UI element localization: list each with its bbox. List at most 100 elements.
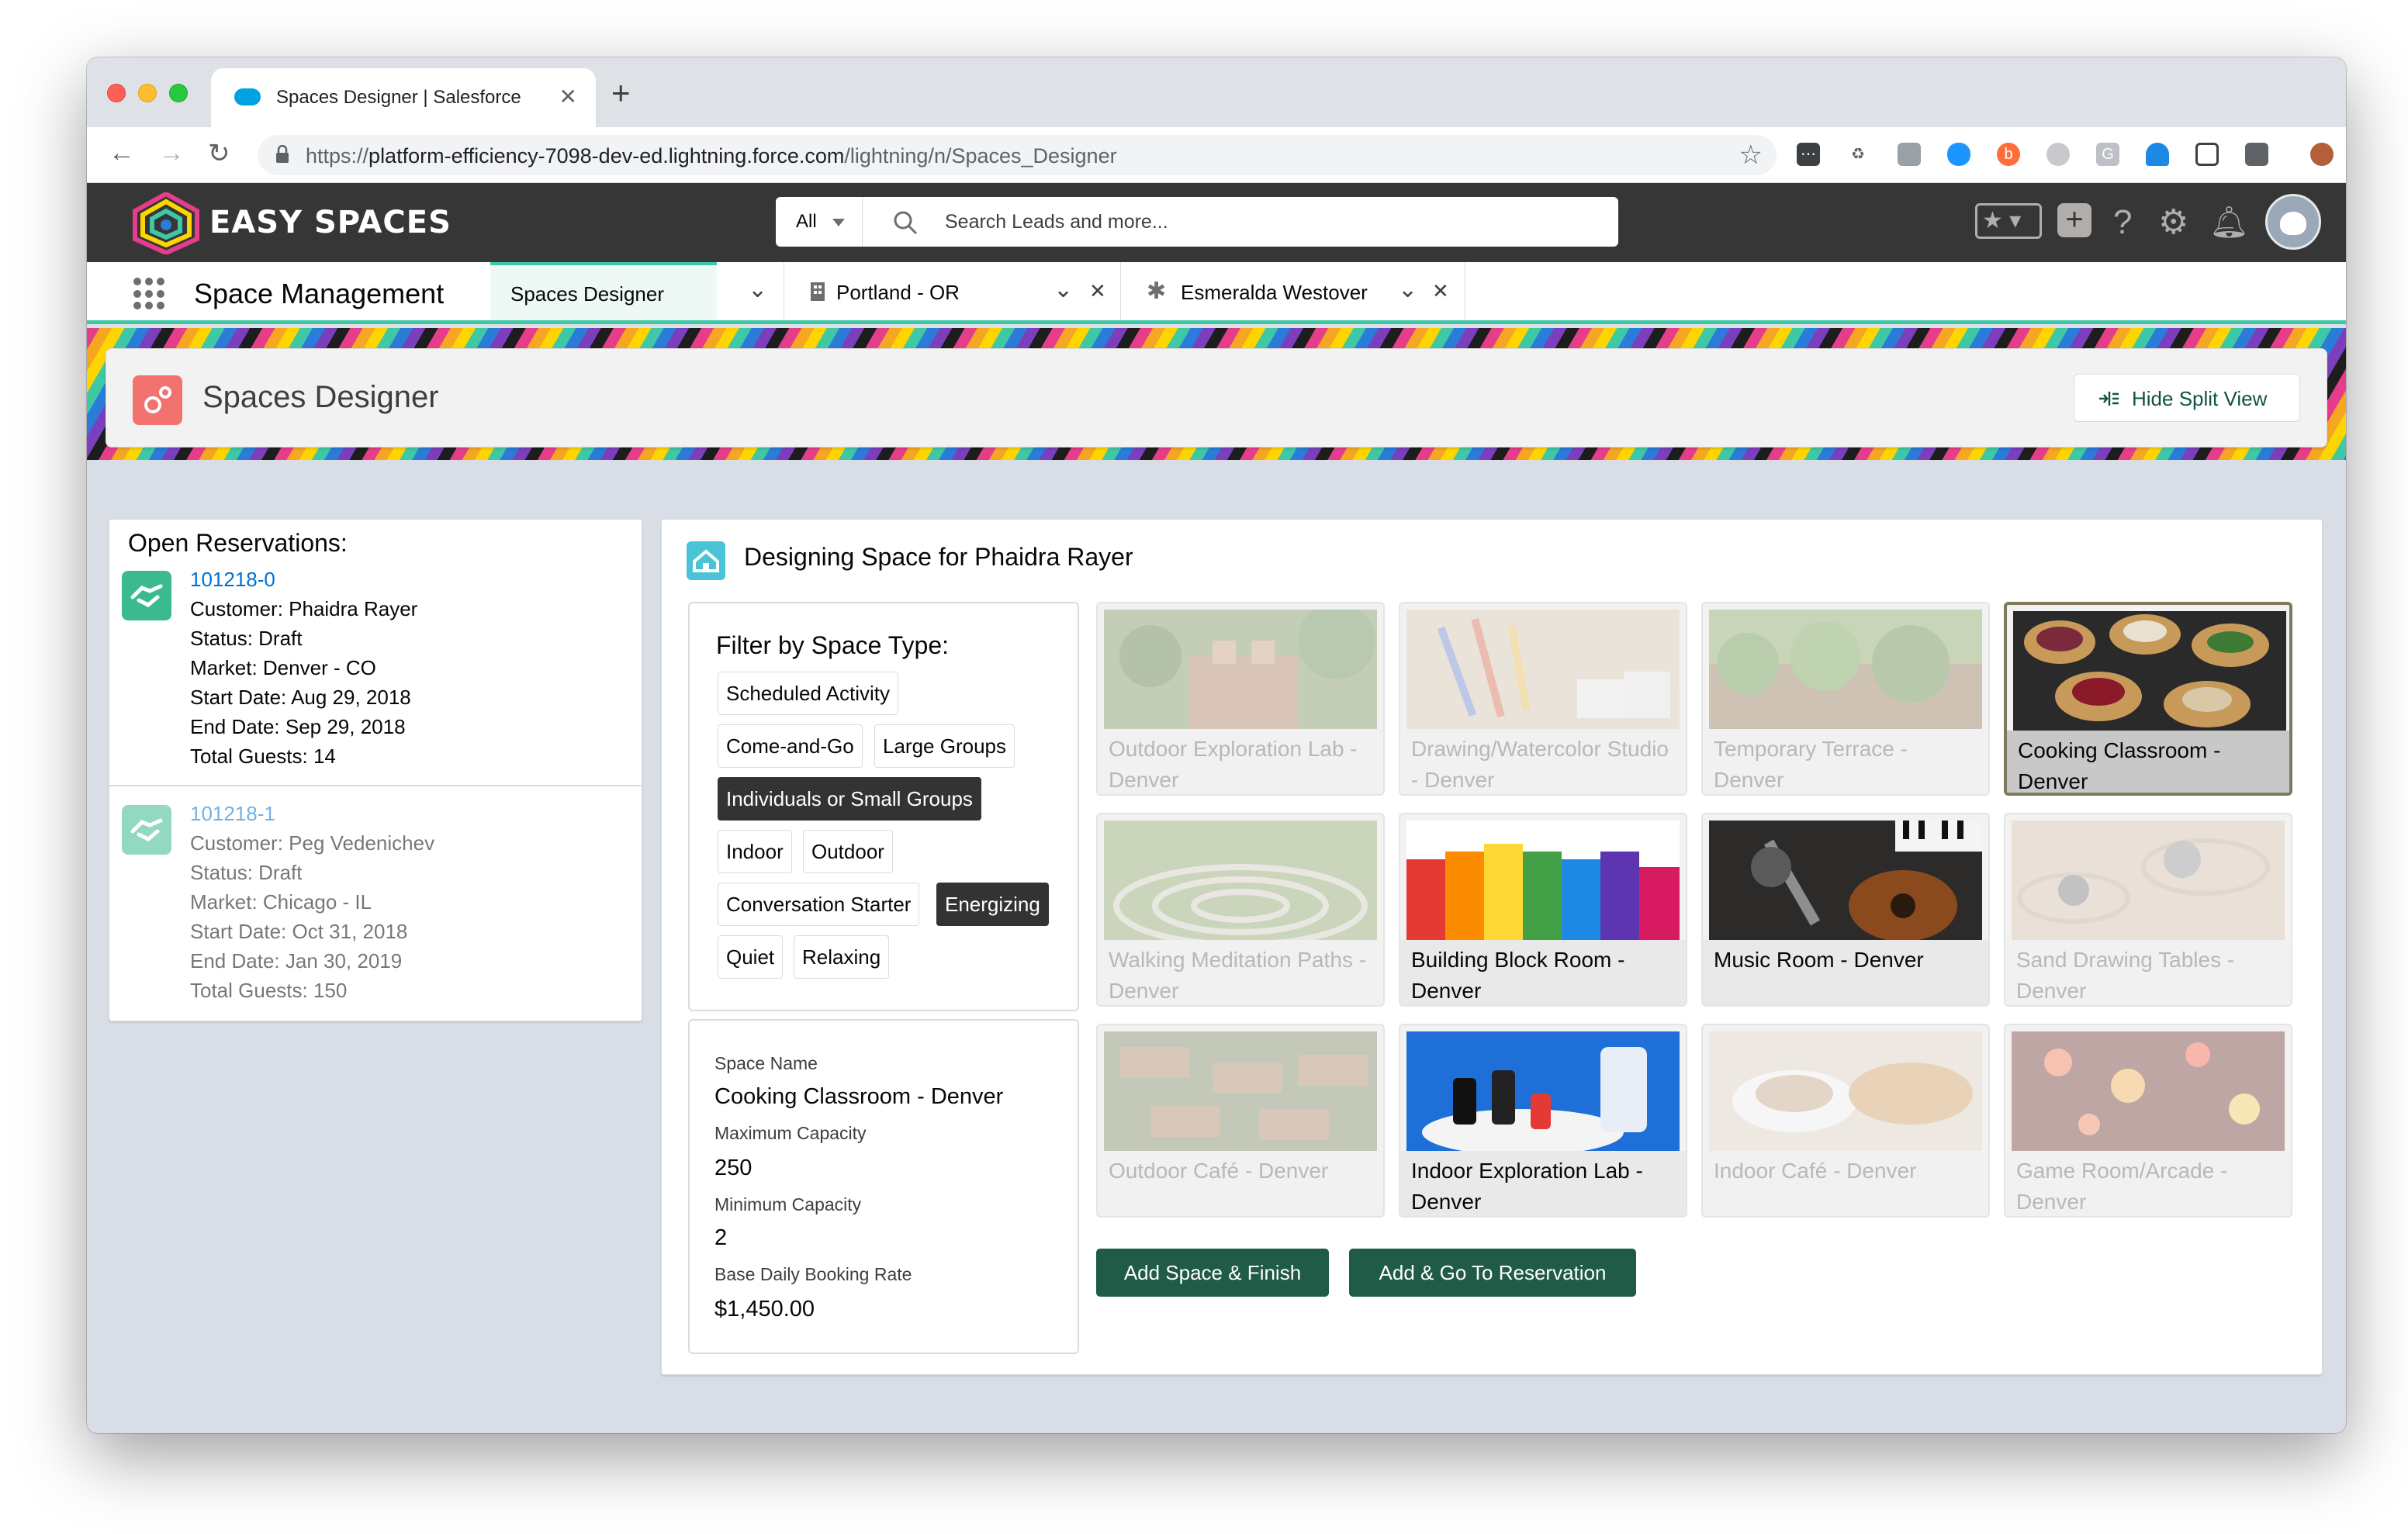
- extension-cloud-icon[interactable]: [1947, 143, 1970, 166]
- tab-spaces-designer[interactable]: Spaces Designer: [490, 262, 717, 320]
- app-launcher-icon[interactable]: [133, 278, 166, 310]
- space-tile[interactable]: Temporary Terrace - Denver: [1701, 602, 1990, 796]
- close-tab-icon[interactable]: ✕: [1432, 279, 1449, 303]
- forward-icon[interactable]: →: [158, 138, 185, 168]
- reservation-customer: Customer: Phaidra Rayer: [190, 597, 418, 620]
- reload-icon[interactable]: ↻: [208, 138, 230, 169]
- reservation-id-link[interactable]: 101218-1: [190, 799, 434, 828]
- extension-g-icon[interactable]: G: [2096, 143, 2119, 166]
- setup-gear-icon[interactable]: ⚙: [2158, 203, 2188, 242]
- close-tab-icon[interactable]: ✕: [559, 84, 577, 109]
- filter-chip[interactable]: Scheduled Activity: [718, 672, 899, 715]
- profile-avatar-icon[interactable]: [2310, 143, 2334, 166]
- extension-flask-icon[interactable]: [2146, 143, 2169, 166]
- space-tile-selected[interactable]: Cooking Classroom - Denver: [2004, 602, 2292, 796]
- space-name: Temporary Terrace - Denver: [1703, 729, 1988, 794]
- filter-chip[interactable]: Large Groups: [874, 724, 1015, 768]
- reservation-end-date: End Date: Sep 29, 2018: [190, 715, 406, 738]
- reservation-item[interactable]: 101218-0 Customer: Phaidra Rayer Status:…: [109, 565, 642, 782]
- space-name: Indoor Café - Denver: [1703, 1151, 1988, 1216]
- space-tile[interactable]: Drawing/Watercolor Studio - Denver: [1399, 602, 1687, 796]
- user-avatar[interactable]: [2265, 194, 2321, 250]
- space-tile[interactable]: Building Block Room - Denver: [1399, 813, 1687, 1007]
- search-scope-dropdown[interactable]: All: [776, 197, 863, 247]
- browser-tab-title: Spaces Designer | Salesforce: [276, 87, 521, 108]
- filter-chip[interactable]: Conversation Starter: [718, 883, 920, 926]
- tab-portland-or[interactable]: Portland - OR ⌄ ✕: [785, 262, 1120, 320]
- space-tile[interactable]: Music Room - Denver: [1701, 813, 1990, 1007]
- rainbow-blocks-image: [1406, 821, 1680, 941]
- chevron-down-icon[interactable]: ⌄: [1054, 276, 1073, 303]
- favorites-star-icon[interactable]: ★ ▾: [1975, 203, 2042, 239]
- space-tile[interactable]: Outdoor Café - Denver: [1096, 1024, 1385, 1218]
- space-tile[interactable]: Game Room/Arcade - Denver: [2004, 1024, 2292, 1218]
- brand-name: EASY SPACES: [209, 205, 452, 240]
- filter-chip-selected[interactable]: Individuals or Small Groups: [718, 777, 981, 821]
- chevron-down-icon: [832, 219, 845, 226]
- global-add-icon[interactable]: +: [2057, 203, 2091, 237]
- app-nav-bar: Space Management Spaces Designer ⌄ Portl…: [87, 262, 2346, 324]
- easy-spaces-logo-icon[interactable]: [132, 192, 200, 254]
- filter-chip-selected[interactable]: Energizing: [936, 883, 1049, 926]
- space-name: Drawing/Watercolor Studio - Denver: [1400, 729, 1686, 794]
- close-window-button[interactable]: [107, 84, 126, 102]
- bookmark-star-icon[interactable]: ☆: [1739, 140, 1763, 171]
- extension-circle-icon[interactable]: [2046, 143, 2070, 166]
- extension-b-icon[interactable]: b: [1997, 143, 2020, 166]
- space-name: Cooking Classroom - Denver: [2007, 731, 2289, 793]
- extension-recycle-icon[interactable]: ♻: [1846, 143, 1870, 166]
- tab-label: Spaces Designer: [510, 282, 664, 306]
- space-tile[interactable]: Indoor Café - Denver: [1701, 1024, 1990, 1218]
- space-designer-card: Designing Space for Phaidra Rayer Filter…: [661, 519, 2323, 1375]
- filter-chip[interactable]: Indoor: [718, 830, 792, 873]
- nav-more-dropdown[interactable]: ⌄: [732, 262, 787, 320]
- reservation-item[interactable]: 101218-1 Customer: Peg Vedenichev Status…: [109, 799, 642, 1016]
- extension-dots-icon[interactable]: ⋯: [1797, 143, 1820, 166]
- gears-icon: [133, 375, 182, 425]
- reservation-market: Market: Denver - CO: [190, 656, 376, 679]
- add-go-to-reservation-button[interactable]: Add & Go To Reservation: [1349, 1249, 1636, 1297]
- space-name-label: Space Name: [714, 1053, 818, 1073]
- extension-capture-icon[interactable]: [2195, 143, 2219, 166]
- extension-page-icon[interactable]: [1898, 143, 1921, 166]
- hide-split-view-button[interactable]: Hide Split View: [2074, 374, 2300, 422]
- help-icon[interactable]: ?: [2113, 203, 2132, 242]
- space-type-filter: Filter by Space Type: Scheduled Activity…: [688, 602, 1079, 1011]
- address-bar[interactable]: https://platform-efficiency-7098-dev-ed.…: [258, 135, 1777, 175]
- reservation-total-guests: Total Guests: 150: [190, 979, 348, 1002]
- filter-chip[interactable]: Relaxing: [794, 935, 890, 979]
- global-search[interactable]: All Search Leads and more...: [776, 197, 1618, 247]
- space-details-panel: Space Name Cooking Classroom - Denver Ma…: [688, 1019, 1079, 1354]
- chevron-down-icon[interactable]: ⌄: [1398, 276, 1417, 303]
- space-designer-icon: [687, 541, 725, 580]
- browser-tab-active[interactable]: Spaces Designer | Salesforce ✕: [211, 68, 596, 127]
- minimize-window-button[interactable]: [138, 84, 157, 102]
- space-tile[interactable]: Walking Meditation Paths - Denver: [1096, 813, 1385, 1007]
- close-tab-icon[interactable]: ✕: [1089, 279, 1106, 303]
- space-tile[interactable]: Indoor Exploration Lab - Denver: [1399, 1024, 1687, 1218]
- space-tile[interactable]: Outdoor Exploration Lab - Denver: [1096, 602, 1385, 796]
- space-tile[interactable]: Sand Drawing Tables - Denver: [2004, 813, 2292, 1007]
- tab-esmeralda-westover[interactable]: ✱ Esmeralda Westover ⌄ ✕: [1122, 262, 1465, 320]
- page-content: Spaces Designer Hide Split View Open Res…: [87, 328, 2346, 1433]
- reservation-details: 101218-0 Customer: Phaidra Rayer Status:…: [190, 565, 417, 771]
- filter-chip[interactable]: Quiet: [718, 935, 784, 979]
- maximize-window-button[interactable]: [169, 84, 188, 102]
- extension-pen-icon[interactable]: [2245, 143, 2268, 166]
- space-name: Walking Meditation Paths - Denver: [1098, 940, 1383, 1005]
- space-name: Indoor Exploration Lab - Denver: [1400, 1151, 1686, 1216]
- reservation-status: Status: Draft: [190, 627, 303, 650]
- min-capacity-value: 2: [714, 1225, 728, 1250]
- space-name: Music Room - Denver: [1703, 940, 1988, 1005]
- filter-chip[interactable]: Outdoor: [803, 830, 893, 873]
- notifications-bell-icon[interactable]: 🔔︎: [2209, 203, 2249, 242]
- paint-brushes-image: [1406, 610, 1680, 731]
- open-reservations-title: Open Reservations:: [128, 529, 348, 557]
- space-name: Sand Drawing Tables - Denver: [2005, 940, 2291, 1005]
- salesforce-cloud-icon: [234, 88, 261, 105]
- add-space-finish-button[interactable]: Add Space & Finish: [1096, 1249, 1329, 1297]
- filter-chip[interactable]: Come-and-Go: [718, 724, 863, 768]
- reservation-id-link[interactable]: 101218-0: [190, 565, 417, 594]
- new-tab-button[interactable]: +: [611, 74, 631, 112]
- back-icon[interactable]: ←: [109, 138, 135, 168]
